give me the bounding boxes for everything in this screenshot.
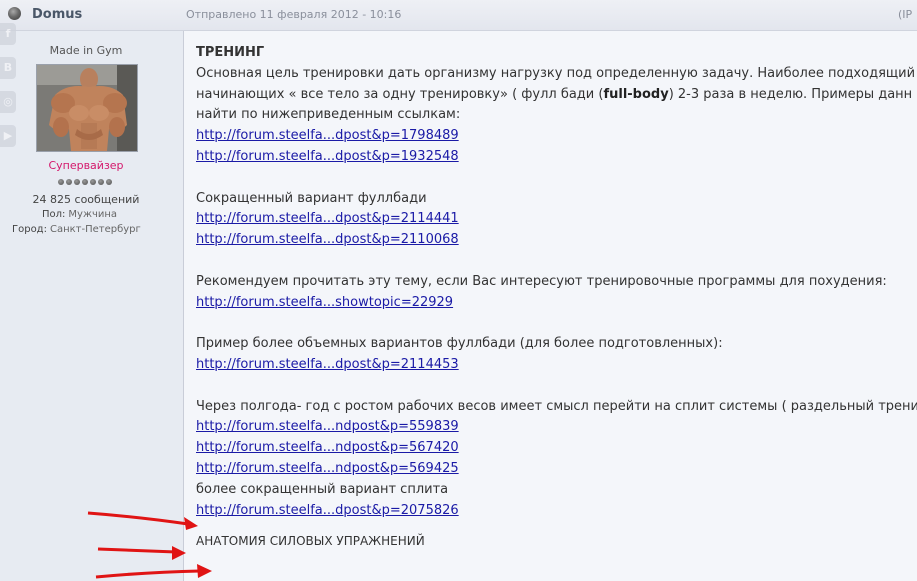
split-text: Через полгода- год с ростом рабочих весо…: [196, 398, 917, 414]
full-body-term: full-body: [603, 86, 669, 102]
bigger-variant-text: Пример более объемных вариантов фуллбади…: [196, 336, 723, 352]
rank-pip-icon: [106, 179, 112, 185]
reputation-pips: [58, 179, 112, 187]
instagram-icon[interactable]: ◎: [0, 91, 16, 113]
gender-value: Мужчина: [68, 209, 118, 220]
red-arrow-1-icon: [87, 511, 189, 526]
split-link-2[interactable]: http://forum.steelfa...ndpost&p=567420: [196, 440, 459, 455]
red-arrow-3-head-icon: [197, 564, 212, 578]
post-count: 24 825 сообщений: [32, 193, 140, 206]
post-header: Domus Отправлено 11 февраля 2012 - 10:16…: [0, 0, 917, 31]
vk-icon[interactable]: В: [0, 57, 16, 79]
city-row: Город: Санкт-Петербург: [12, 224, 141, 235]
intro-line-2-end: ) 2-3 раза в неделю. Примеры данн: [668, 86, 913, 102]
avatar[interactable]: [36, 64, 138, 152]
member-title: Made in Gym: [49, 44, 123, 57]
split-link-1[interactable]: http://forum.steelfa...ndpost&p=559839: [196, 419, 459, 434]
intro-line-1: Основная цель тренировки дать организму …: [196, 65, 917, 81]
short-split-text: более сокращенный вариант сплита: [196, 481, 449, 497]
split-link-3[interactable]: http://forum.steelfa...ndpost&p=569425: [196, 461, 459, 476]
rank-pip-icon: [98, 179, 104, 185]
red-arrow-3-icon: [95, 569, 201, 579]
member-group: Супервайзер: [48, 159, 124, 172]
red-arrows-annotation: [87, 511, 212, 579]
gender-row: Пол: Мужчина: [42, 209, 117, 220]
short-variant-link-2[interactable]: http://forum.steelfa...dpost&p=2110068: [196, 232, 459, 247]
post-content: ТРЕНИНГ Основная цель тренировки дать ор…: [184, 31, 917, 581]
section-heading: ТРЕНИНГ: [196, 45, 265, 60]
red-arrow-2-icon: [97, 547, 177, 554]
youtube-icon[interactable]: ▶: [0, 125, 16, 147]
fullbody-link-1[interactable]: http://forum.steelfa...dpost&p=1798489: [196, 128, 459, 143]
intro-line-2-start: начинающих « все тело за одну тренировку…: [196, 86, 604, 102]
rank-pip-icon: [66, 179, 72, 185]
author-sidebar: f В ◎ ▶ Made in Gym Супервайзер 24 825 с…: [0, 23, 184, 581]
short-variant-link-1[interactable]: http://forum.steelfa...dpost&p=2114441: [196, 211, 459, 226]
city-label: Город:: [12, 224, 47, 235]
city-value: Санкт-Петербург: [49, 224, 141, 235]
intro-line-3: найти по нижеприведенным ссылкам:: [196, 107, 461, 123]
offline-status-icon: [8, 7, 21, 20]
intro-line-2: начинающих « все тело за одну тренировку…: [196, 85, 917, 106]
bigger-variant-link[interactable]: http://forum.steelfa...dpost&p=2114453: [196, 357, 459, 372]
gender-label: Пол:: [42, 209, 66, 220]
short-variant-text: Сокращенный вариант фуллбади: [196, 190, 427, 206]
anatomy-heading: АНАТОМИЯ СИЛОВЫХ УПРАЖНЕНИЙ: [196, 534, 425, 549]
rank-pip-icon: [74, 179, 80, 185]
ip-label: (IP: [898, 8, 913, 21]
post-date: Отправлено 11 февраля 2012 - 10:16: [186, 8, 402, 21]
short-split-link[interactable]: http://forum.steelfa...dpost&p=2075826: [196, 503, 459, 518]
post-body: ТРЕНИНГ Основная цель тренировки дать ор…: [196, 43, 917, 561]
rank-pip-icon: [58, 179, 64, 185]
weight-loss-topic-link[interactable]: http://forum.steelfa...showtopic=22929: [196, 295, 453, 310]
rank-pip-icon: [82, 179, 88, 185]
recommend-text: Рекомендуем прочитать эту тему, если Вас…: [196, 273, 887, 289]
red-arrow-1-head-icon: [184, 517, 198, 530]
author-name-link[interactable]: Domus: [32, 7, 82, 22]
facebook-icon[interactable]: f: [0, 23, 16, 45]
red-arrow-2-head-icon: [172, 546, 186, 560]
fullbody-link-2[interactable]: http://forum.steelfa...dpost&p=1932548: [196, 149, 459, 164]
rank-pip-icon: [90, 179, 96, 185]
